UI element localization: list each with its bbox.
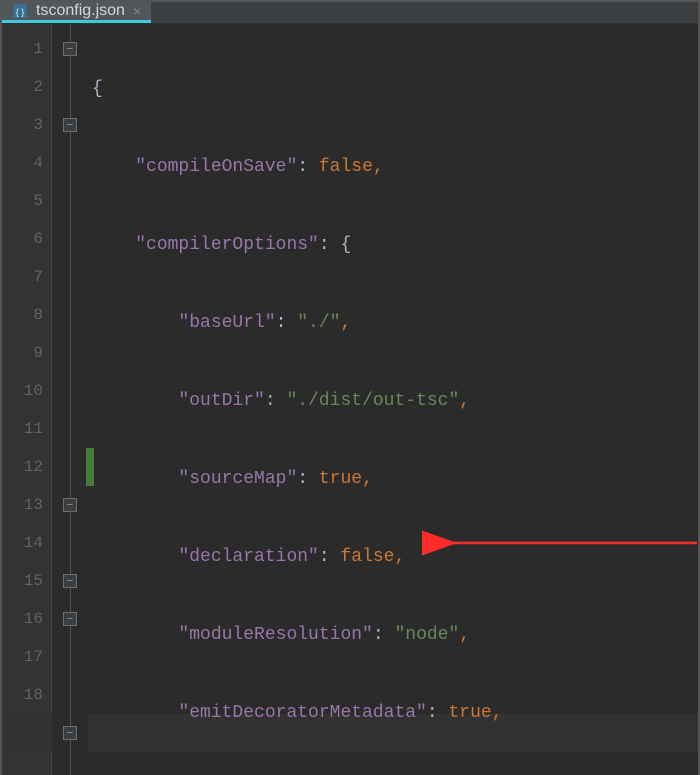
line-number: 14 <box>2 524 51 562</box>
tab-bar: { } tsconfig.json × <box>2 2 698 24</box>
json-file-icon: { } <box>12 3 28 19</box>
fold-toggle[interactable]: − <box>63 498 77 512</box>
json-key: "emitDecoratorMetadata" <box>178 703 426 723</box>
fold-toggle[interactable]: − <box>63 574 77 588</box>
line-number: 12 <box>2 448 51 486</box>
fold-toggle[interactable]: − <box>63 42 77 56</box>
code-area[interactable]: 1 2 3 4 5 6 7 8 9 10 11 12 13 14 15 16 1… <box>2 24 698 775</box>
json-bool: false <box>340 547 394 567</box>
close-icon[interactable]: × <box>133 3 141 19</box>
json-key: "moduleResolution" <box>178 625 372 645</box>
code-content[interactable]: { "compileOnSave": false, "compilerOptio… <box>88 24 698 775</box>
line-number: 16 <box>2 600 51 638</box>
json-string: "node" <box>394 625 459 645</box>
fold-toggle[interactable]: − <box>63 612 77 626</box>
line-number: 8 <box>2 296 51 334</box>
line-number: 13 <box>2 486 51 524</box>
fold-gutter: − − − − − − <box>52 24 88 775</box>
line-number: 6 <box>2 220 51 258</box>
code-editor: { } tsconfig.json × 1 2 3 4 5 6 7 8 9 10… <box>0 0 700 775</box>
fold-toggle[interactable]: − <box>63 726 77 740</box>
file-tab[interactable]: { } tsconfig.json × <box>2 2 151 23</box>
json-string: "./dist/out-tsc" <box>286 391 459 411</box>
line-number: 4 <box>2 144 51 182</box>
json-bool: true <box>448 703 491 723</box>
line-number-gutter: 1 2 3 4 5 6 7 8 9 10 11 12 13 14 15 16 1… <box>2 24 52 775</box>
tab-filename: tsconfig.json <box>36 2 125 20</box>
line-number: 3 <box>2 106 51 144</box>
json-key: "compileOnSave" <box>135 157 297 177</box>
brace-open: { <box>340 235 351 255</box>
line-number: 2 <box>2 68 51 106</box>
line-number: 18 <box>2 676 51 714</box>
json-key: "baseUrl" <box>178 313 275 333</box>
svg-text:{ }: { } <box>16 7 25 17</box>
json-key: "outDir" <box>178 391 264 411</box>
line-number: 5 <box>2 182 51 220</box>
json-key: "compilerOptions" <box>135 235 319 255</box>
json-bool: false <box>319 157 373 177</box>
line-number: 15 <box>2 562 51 600</box>
json-key: "declaration" <box>178 547 318 567</box>
line-number: 10 <box>2 372 51 410</box>
json-string: "./" <box>297 313 340 333</box>
line-number: 1 <box>2 30 51 68</box>
line-number: 9 <box>2 334 51 372</box>
line-number: 17 <box>2 638 51 676</box>
line-number: 7 <box>2 258 51 296</box>
json-bool: true <box>319 469 362 489</box>
fold-toggle[interactable]: − <box>63 118 77 132</box>
json-key: "sourceMap" <box>178 469 297 489</box>
change-marker <box>86 448 94 486</box>
line-number: 11 <box>2 410 51 448</box>
brace-open: { <box>92 79 103 99</box>
